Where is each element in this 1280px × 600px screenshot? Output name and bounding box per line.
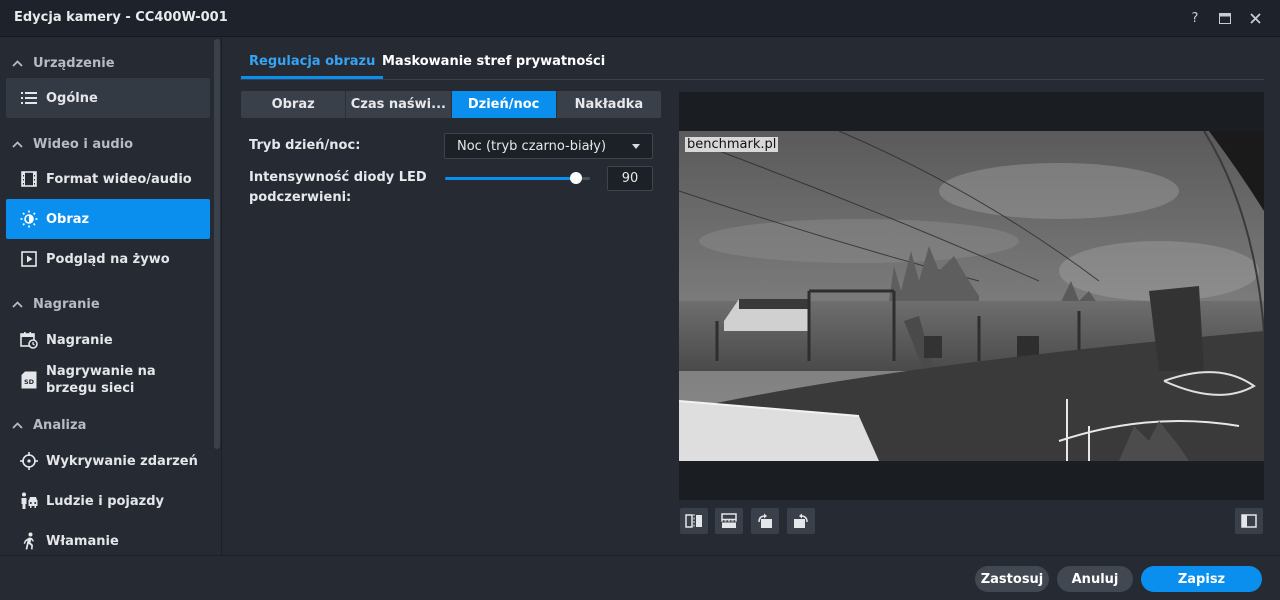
tab-privacy-masking[interactable]: Maskowanie stref prywatności	[382, 54, 605, 69]
sd-card-icon: SD	[19, 370, 39, 390]
group-recording[interactable]: Nagranie	[0, 294, 212, 314]
sidebar-item-label: Obraz	[46, 211, 90, 227]
camera-preview	[679, 92, 1264, 500]
play-icon	[19, 249, 39, 269]
sidebar-item-video-format[interactable]: Format wideo/audio	[6, 159, 210, 199]
maximize-button[interactable]	[1214, 7, 1236, 29]
close-button[interactable]	[1244, 7, 1266, 29]
apply-button[interactable]: Zastosuj	[975, 566, 1049, 592]
camera-image	[679, 131, 1264, 461]
chevron-up-icon	[11, 421, 23, 429]
sidebar-item-label: Nagranie	[46, 332, 113, 348]
sidebar-item-intrusion[interactable]: Włamanie	[6, 521, 210, 555]
help-icon: ?	[1191, 10, 1199, 26]
sidebar-item-label: Ogólne	[46, 90, 98, 106]
rotate-right-button[interactable]	[787, 508, 815, 534]
chevron-up-icon	[11, 140, 23, 148]
list-icon	[19, 88, 39, 108]
chevron-up-icon	[11, 59, 23, 67]
sidebar-item-image[interactable]: Obraz	[6, 199, 210, 239]
person-vehicle-icon	[19, 491, 39, 511]
sidebar-item-edge-recording[interactable]: SD Nagrywanie na brzegu sieci	[6, 360, 210, 400]
mirror-horizontal-button[interactable]	[680, 508, 708, 534]
group-label: Nagranie	[33, 296, 100, 312]
sidebar-item-label: Format wideo/audio	[46, 171, 192, 187]
rotate-right-icon	[794, 513, 808, 528]
flip-vertical-icon	[721, 513, 737, 528]
sidebar-item-label: Wykrywanie zdarzeń	[46, 453, 198, 469]
group-video-audio[interactable]: Wideo i audio	[0, 134, 212, 154]
film-icon	[19, 169, 39, 189]
sidebar-item-general[interactable]: Ogólne	[6, 78, 210, 118]
sidebar-item-live-view[interactable]: Podgląd na żywo	[6, 239, 210, 279]
sidebar-item-label: Ludzie i pojazdy	[46, 493, 165, 509]
sidebar-item-people-vehicles[interactable]: Ludzie i pojazdy	[6, 481, 210, 521]
rotate-left-button[interactable]	[751, 508, 779, 534]
daynight-mode-label: Tryb dzień/noc:	[249, 138, 361, 153]
tab-image-adjustment[interactable]: Regulacja obrazu	[240, 54, 384, 79]
group-label: Wideo i audio	[33, 136, 134, 152]
ir-led-label-line1: Intensywność diody LED	[249, 170, 427, 185]
footer: Zastosuj Anuluj Zapisz	[0, 555, 1280, 600]
group-label: Urządzenie	[33, 55, 115, 71]
help-button[interactable]: ?	[1184, 7, 1206, 29]
sidebar-item-label: Podgląd na żywo	[46, 251, 170, 267]
ir-led-intensity-label: Intensywność diody LED podczerwieni:	[249, 168, 427, 208]
daynight-mode-select[interactable]: Noc (tryb czarno-biały)	[444, 133, 653, 159]
rotate-left-icon	[758, 513, 772, 528]
flip-vertical-button[interactable]	[715, 508, 743, 534]
group-device[interactable]: Urządzenie	[0, 53, 212, 73]
chevron-up-icon	[11, 300, 23, 308]
subtab-image[interactable]: Obraz	[241, 91, 347, 118]
ir-led-value-input[interactable]: 90	[607, 166, 653, 191]
sidebar: Urządzenie Ogólne Wideo i audio Format w…	[0, 37, 222, 555]
brightness-icon	[19, 209, 39, 229]
subtab-day-night[interactable]: Dzień/noc	[451, 91, 557, 118]
group-analytics[interactable]: Analiza	[0, 415, 212, 435]
title-bar: Edycja kamery - CC400W-001 ?	[0, 0, 1280, 37]
sidebar-item-label: Włamanie	[46, 533, 119, 549]
ir-led-label-line2: podczerwieni:	[249, 190, 352, 205]
subtab-overlay[interactable]: Nakładka	[557, 91, 661, 118]
camera-watermark: benchmark.pl	[685, 137, 779, 152]
ir-led-slider-fill	[445, 177, 576, 180]
sub-tabs: Obraz Czas naświ... Dzień/noc Nakładka	[241, 91, 661, 118]
compare-view-button[interactable]	[1235, 508, 1263, 534]
cancel-button[interactable]: Anuluj	[1057, 566, 1133, 592]
window-title: Edycja kamery - CC400W-001	[14, 10, 228, 25]
main-tabs: Regulacja obrazu Maskowanie stref prywat…	[240, 37, 1264, 80]
close-icon	[1249, 12, 1261, 24]
sidebar-item-recording[interactable]: Nagranie	[6, 320, 210, 360]
calendar-clock-icon	[19, 330, 39, 350]
sidebar-item-label: Nagrywanie na brzegu sieci	[46, 364, 156, 396]
subtab-exposure-time[interactable]: Czas naświ...	[346, 91, 452, 118]
sidebar-scrollbar[interactable]	[214, 39, 220, 449]
ir-led-slider-thumb[interactable]	[569, 172, 582, 184]
crosshair-icon	[19, 451, 39, 471]
sd-card-text: SD	[24, 378, 35, 386]
daynight-mode-value: Noc (tryb czarno-biały)	[457, 138, 607, 154]
maximize-icon	[1219, 12, 1231, 24]
running-person-icon	[19, 531, 39, 551]
sidebar-item-event-detection[interactable]: Wykrywanie zdarzeń	[6, 441, 210, 481]
group-label: Analiza	[33, 417, 87, 433]
mirror-horizontal-icon	[685, 514, 702, 528]
split-view-icon	[1241, 514, 1257, 528]
save-button[interactable]: Zapisz	[1141, 566, 1262, 592]
ir-led-slider[interactable]	[445, 172, 590, 184]
caret-down-icon	[632, 144, 640, 149]
